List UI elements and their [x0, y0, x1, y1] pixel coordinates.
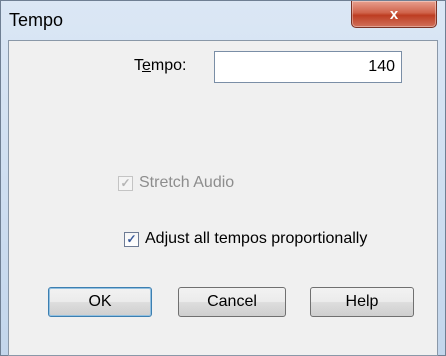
cancel-button[interactable]: Cancel [178, 287, 286, 317]
close-button[interactable]: x [351, 1, 437, 28]
window-title: Tempo [9, 10, 64, 30]
adjust-tempos-checkbox[interactable]: ✓ [124, 232, 139, 247]
adjust-tempos-label: Adjust all tempos proportionally [145, 230, 368, 247]
tempo-label: Tempo: [134, 57, 187, 74]
checkmark-icon: ✓ [120, 176, 131, 190]
title-bar[interactable]: Tempo x [1, 1, 445, 41]
tempo-input[interactable] [214, 51, 402, 83]
help-button[interactable]: Help [310, 287, 414, 317]
ok-button[interactable]: OK [48, 287, 152, 317]
checkmark-icon: ✓ [126, 232, 137, 246]
stretch-audio-label: Stretch Audio [139, 174, 235, 191]
stretch-audio-checkbox[interactable]: ✓ [118, 176, 133, 191]
close-icon: x [389, 5, 399, 23]
